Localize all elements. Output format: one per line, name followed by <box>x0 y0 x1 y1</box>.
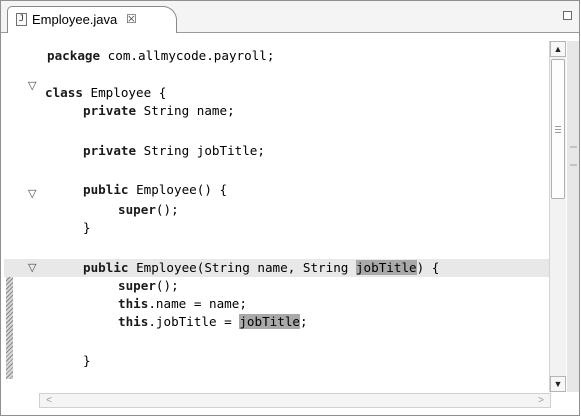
scroll-thumb[interactable] <box>551 59 565 199</box>
fold-collapse-icon[interactable]: ▽ <box>28 77 36 95</box>
maximize-icon[interactable] <box>563 11 572 20</box>
code-line-2: class Employee { <box>45 85 167 100</box>
code-line-5: public Employee() { <box>83 182 228 197</box>
fold-collapse-icon[interactable]: ▽ <box>28 185 36 203</box>
grip-line <box>555 132 561 133</box>
scroll-down-button[interactable]: ▼ <box>550 376 566 392</box>
tab-bar: J Employee.java ☒ <box>1 1 579 33</box>
code-line-7: } <box>83 220 91 235</box>
code-line-4: private String jobTitle; <box>83 143 265 158</box>
overview-mark[interactable] <box>570 164 577 166</box>
scroll-up-button[interactable]: ▲ <box>550 41 566 57</box>
fold-collapse-icon[interactable]: ▽ <box>28 259 36 277</box>
range-indicator <box>6 259 13 379</box>
code-editor[interactable]: ▽ ▽ ▽ package com.allmycode.payroll; cla… <box>4 34 564 394</box>
code-line-12: } <box>83 353 91 368</box>
code-line-1: package com.allmycode.payroll; <box>47 48 275 63</box>
grip-line <box>555 126 561 127</box>
overview-mark[interactable] <box>570 146 577 148</box>
vertical-scrollbar[interactable]: ▲ ▼ <box>549 41 566 392</box>
occurrence-highlight: jobTitle <box>355 260 417 275</box>
code-line-6: super(); <box>118 202 179 217</box>
close-icon[interactable]: ☒ <box>126 12 137 26</box>
horizontal-scrollbar[interactable]: < > <box>39 393 551 408</box>
code-line-3: private String name; <box>83 103 235 118</box>
editor-window: J Employee.java ☒ ▽ ▽ ▽ package com.allm… <box>0 0 580 416</box>
code-line-8: public Employee(String name, String jobT… <box>83 260 440 275</box>
tab-employee-java[interactable]: J Employee.java ☒ <box>7 6 177 33</box>
code-line-9: super(); <box>118 278 179 293</box>
code-line-11: this.jobTitle = jobTitle; <box>118 314 308 329</box>
java-file-icon: J <box>16 13 27 26</box>
code-line-10: this.name = name; <box>118 296 247 311</box>
occurrence-highlight: jobTitle <box>239 314 301 329</box>
annotation-ruler <box>4 34 24 394</box>
scroll-right-button[interactable]: > <box>534 394 548 407</box>
overview-ruler <box>567 41 579 392</box>
scroll-left-button[interactable]: < <box>42 394 56 407</box>
grip-line <box>555 129 561 130</box>
tab-label: Employee.java <box>32 12 118 27</box>
